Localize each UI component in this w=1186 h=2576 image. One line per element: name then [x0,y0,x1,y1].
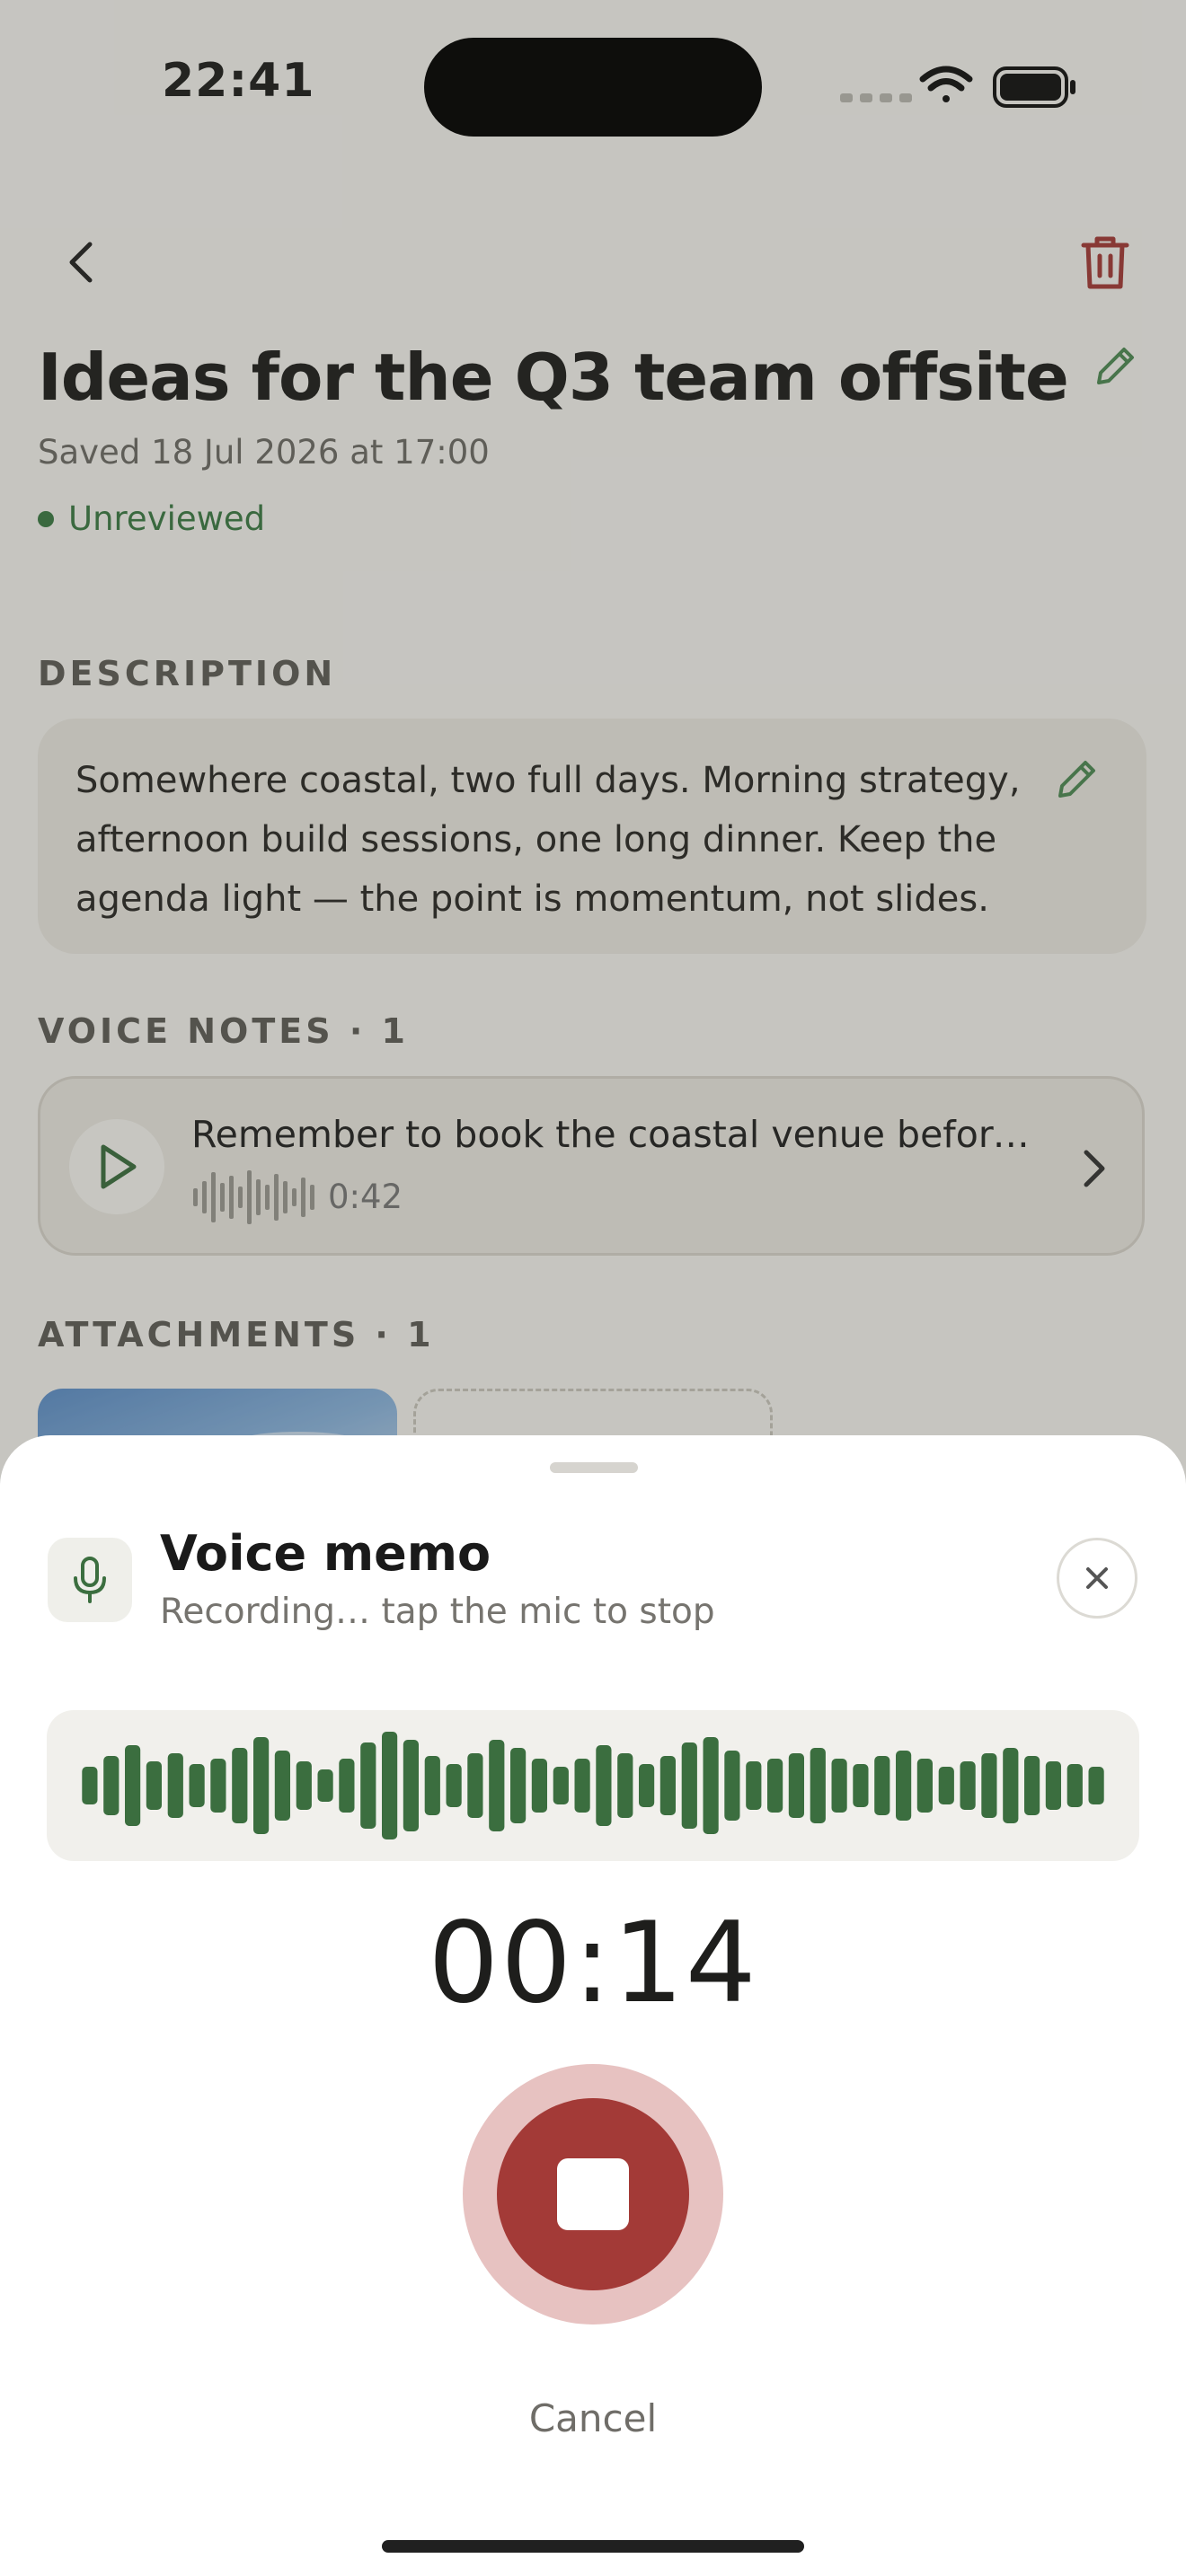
waveform-bar [960,1761,976,1810]
waveform-bar [896,1751,912,1821]
waveform-bar [360,1742,376,1829]
waveform-bar [1088,1767,1104,1804]
waveform-bar [296,1761,312,1810]
stop-recording-button[interactable] [463,2064,723,2325]
waveform-bar [916,1759,933,1813]
waveform-bar [253,1737,270,1834]
waveform-bar [981,1753,997,1818]
close-button[interactable] [1057,1538,1137,1619]
waveform-bar [853,1764,869,1807]
waveform-bar [339,1759,355,1813]
stop-button-core [497,2098,689,2290]
sheet-title: Voice memo [160,1525,491,1582]
waveform-bar [831,1759,847,1813]
home-indicator[interactable] [382,2540,804,2553]
waveform-bar [446,1764,462,1807]
note-detail-page: 22:41 Ideas for the Q3 team offsite Save… [0,0,1186,2576]
waveform-bar [146,1761,162,1810]
waveform-bar [596,1745,612,1826]
mic-badge [48,1538,132,1622]
waveform-bar [874,1756,890,1815]
voice-memo-sheet: Voice memo Recording… tap the mic to sto… [0,1435,1186,2576]
waveform-bar [232,1748,248,1823]
waveform-bar [467,1753,483,1818]
sheet-grabber[interactable] [550,1462,638,1473]
waveform-bar [1045,1761,1061,1810]
recording-timer: 00:14 [428,1899,758,2028]
waveform-bar [639,1764,655,1807]
waveform-bar [703,1737,719,1834]
waveform-bar [82,1767,98,1804]
waveform-bar [510,1748,527,1823]
mic-icon [74,1557,106,1603]
close-icon [1086,1567,1108,1589]
recording-waveform [47,1710,1139,1861]
waveform-bar [167,1753,183,1818]
waveform-bar [103,1756,119,1815]
waveform-bars [82,1732,1104,1839]
waveform-bar [424,1756,440,1815]
waveform-bar [403,1740,419,1831]
waveform-bar [746,1761,762,1810]
waveform-bar [617,1753,633,1818]
waveform-bar [317,1769,333,1802]
waveform-bar [125,1745,141,1826]
waveform-bar [788,1753,804,1818]
waveform-bar [724,1751,740,1821]
waveform-bar [574,1759,590,1813]
waveform-bar [553,1767,569,1804]
waveform-bar [1067,1764,1083,1807]
waveform-bar [489,1740,505,1831]
waveform-bar [1024,1756,1040,1815]
waveform-bar [1003,1748,1019,1823]
waveform-bar [382,1732,398,1839]
stop-icon [557,2158,629,2230]
sheet-subtitle: Recording… tap the mic to stop [160,1592,715,1632]
waveform-bar [189,1764,205,1807]
waveform-bar [938,1767,954,1804]
waveform-bar [531,1759,547,1813]
waveform-bar [274,1751,290,1821]
waveform-bar [210,1759,226,1813]
waveform-bar [767,1759,783,1813]
waveform-bar [659,1756,676,1815]
cancel-button[interactable]: Cancel [0,2396,1186,2440]
waveform-bar [810,1748,826,1823]
waveform-bar [681,1742,697,1829]
